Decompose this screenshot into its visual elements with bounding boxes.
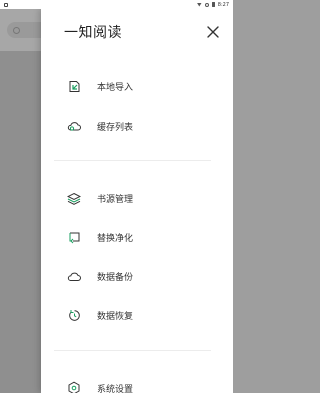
menu-label: 数据备份: [97, 272, 134, 283]
screen: 8:27 一知阅读 本地导入 缓存列表 书源管理 替换净化 数据备份 数据恢复 …: [0, 0, 233, 393]
navigation-drawer: 一知阅读 本地导入 缓存列表 书源管理 替换净化 数据备份 数据恢复 系统设置: [41, 9, 233, 393]
layers-icon: [66, 190, 82, 206]
drawer-header: 一知阅读: [41, 9, 233, 55]
search-icon: [13, 26, 20, 34]
replace-icon: [66, 229, 82, 245]
status-left: [4, 2, 8, 7]
import-file-icon: [66, 78, 82, 94]
drawer-title: 一知阅读: [64, 25, 122, 41]
close-button[interactable]: [205, 24, 221, 40]
menu-item-system-settings[interactable]: 系统设置: [41, 373, 233, 393]
notification-icon: [4, 2, 8, 7]
menu-item-source-management[interactable]: 书源管理: [41, 183, 233, 213]
menu-item-data-restore[interactable]: 数据恢复: [41, 300, 233, 330]
menu-item-replace-purify[interactable]: 替换净化: [41, 222, 233, 252]
battery-icon: [211, 2, 215, 7]
settings-icon: [66, 380, 82, 393]
menu-label: 数据恢复: [97, 311, 134, 322]
divider: [54, 350, 211, 351]
menu-item-cache-list[interactable]: 缓存列表: [41, 111, 233, 141]
wifi-icon: [196, 2, 202, 7]
cloud-cache-icon: [66, 118, 82, 134]
menu-item-local-import[interactable]: 本地导入: [41, 71, 233, 101]
restore-icon: [66, 307, 82, 323]
status-time: 8:27: [217, 1, 229, 8]
menu-label: 系统设置: [97, 384, 134, 393]
signal-icon: [204, 2, 209, 7]
menu-item-data-backup[interactable]: 数据备份: [41, 261, 233, 291]
cloud-backup-icon: [66, 268, 82, 284]
status-bar: 8:27: [0, 0, 233, 9]
menu-label: 本地导入: [97, 82, 134, 93]
divider: [54, 160, 211, 161]
status-right: 8:27: [196, 1, 229, 8]
menu-label: 替换净化: [97, 233, 134, 244]
close-icon: [207, 26, 219, 38]
menu-label: 缓存列表: [97, 122, 134, 133]
menu-label: 书源管理: [97, 194, 134, 205]
